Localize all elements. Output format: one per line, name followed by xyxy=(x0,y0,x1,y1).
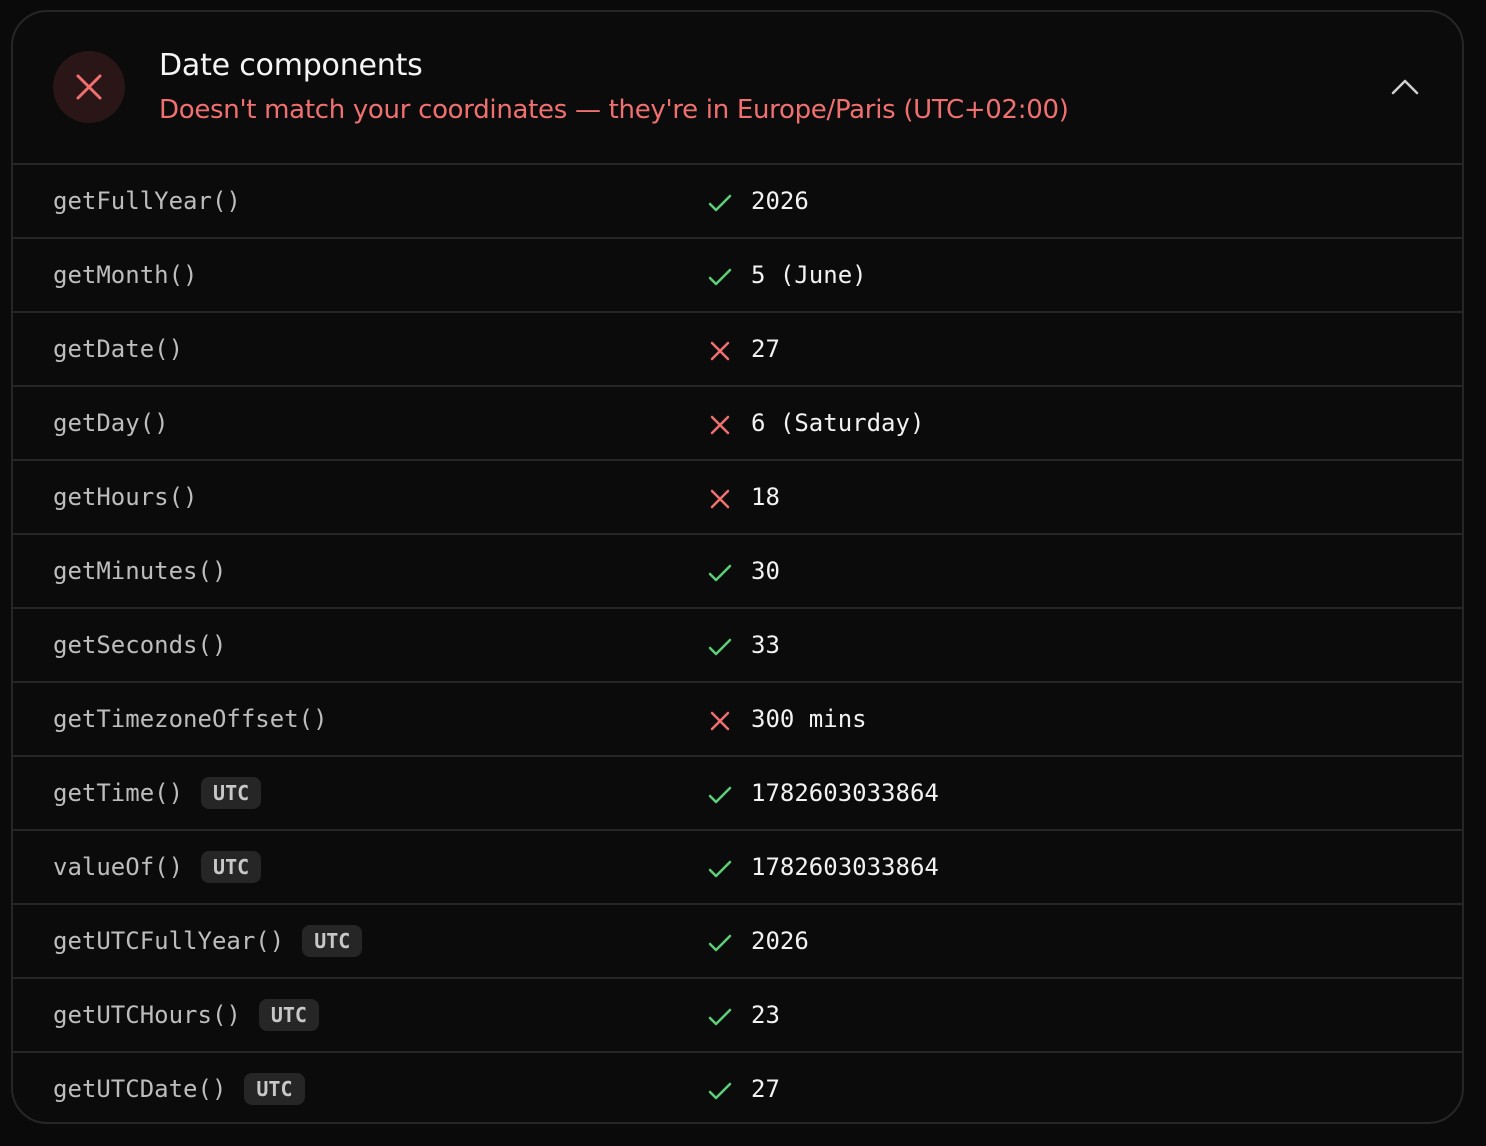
value-cell: 23 xyxy=(751,1001,780,1029)
value-cell: 6 (Saturday) xyxy=(751,409,925,437)
table-row: getTimezoneOffset() 300 mins xyxy=(13,683,1462,757)
method-cell: getTimezoneOffset() xyxy=(53,683,328,755)
method-cell: getMinutes() xyxy=(53,535,226,607)
cross-icon xyxy=(710,489,730,509)
cross-icon xyxy=(710,415,730,435)
utc-badge: UTC xyxy=(201,777,262,809)
chevron-up-icon xyxy=(1391,79,1419,95)
method-name: getDay() xyxy=(53,409,169,437)
table-row: getUTCHours() UTC 23 xyxy=(13,979,1462,1053)
checkmark-icon xyxy=(708,1082,732,1100)
method-cell: getHours() xyxy=(53,461,198,533)
date-components-card: Date components Doesn't match your coord… xyxy=(11,10,1464,1124)
method-cell: getUTCFullYear() UTC xyxy=(53,905,363,977)
utc-badge: UTC xyxy=(201,851,262,883)
checkmark-icon xyxy=(708,860,732,878)
method-name: getMinutes() xyxy=(53,557,227,585)
method-cell: getFullYear() xyxy=(53,165,241,237)
checkmark-icon xyxy=(708,194,732,212)
utc-badge: UTC xyxy=(302,925,363,957)
table-row: getTime() UTC 1782603033864 xyxy=(13,757,1462,831)
close-icon xyxy=(76,74,102,100)
table-row: getMinutes() 30 xyxy=(13,535,1462,609)
checkmark-icon xyxy=(708,934,732,952)
value-cell: 18 xyxy=(751,483,780,511)
status-indicator xyxy=(53,51,125,123)
method-name: valueOf() xyxy=(53,853,184,881)
table-row: getMonth() 5 (June) xyxy=(13,239,1462,313)
value-cell: 30 xyxy=(751,557,780,585)
method-cell: getUTCDate() UTC xyxy=(53,1053,305,1122)
cross-icon xyxy=(710,711,730,731)
method-name: getFullYear() xyxy=(53,187,241,215)
table-row: getHours() 18 xyxy=(13,461,1462,535)
method-cell: getMonth() xyxy=(53,239,198,311)
value-cell: 2026 xyxy=(751,187,809,215)
method-cell: getSeconds() xyxy=(53,609,226,681)
method-cell: valueOf() UTC xyxy=(53,831,262,903)
value-cell: 2026 xyxy=(751,927,809,955)
method-name: getSeconds() xyxy=(53,631,227,659)
method-name: getUTCFullYear() xyxy=(53,927,285,955)
table-row: valueOf() UTC 1782603033864 xyxy=(13,831,1462,905)
value-cell: 27 xyxy=(751,1075,780,1103)
method-name: getDate() xyxy=(53,335,184,363)
method-cell: getUTCHours() UTC xyxy=(53,979,319,1051)
method-name: getUTCDate() xyxy=(53,1075,227,1103)
value-cell: 27 xyxy=(751,335,780,363)
method-name: getMonth() xyxy=(53,261,198,289)
cross-icon xyxy=(710,341,730,361)
collapse-button[interactable] xyxy=(1388,74,1422,100)
method-cell: getDay() xyxy=(53,387,169,459)
card-header[interactable]: Date components Doesn't match your coord… xyxy=(13,12,1462,165)
card-subtitle: Doesn't match your coordinates — they're… xyxy=(159,95,1069,125)
card-title: Date components xyxy=(159,48,423,83)
value-cell: 1782603033864 xyxy=(751,853,939,881)
checkmark-icon xyxy=(708,638,732,656)
table-row: getDay() 6 (Saturday) xyxy=(13,387,1462,461)
table-row: getDate() 27 xyxy=(13,313,1462,387)
table-row: getUTCFullYear() UTC 2026 xyxy=(13,905,1462,979)
checkmark-icon xyxy=(708,786,732,804)
component-rows: getFullYear() 2026 getMonth() 5 (June) g… xyxy=(13,165,1462,1122)
value-cell: 300 mins xyxy=(751,705,867,733)
value-cell: 5 (June) xyxy=(751,261,867,289)
method-name: getTime() xyxy=(53,779,184,807)
checkmark-icon xyxy=(708,1008,732,1026)
utc-badge: UTC xyxy=(258,999,319,1031)
table-row: getSeconds() 33 xyxy=(13,609,1462,683)
value-cell: 33 xyxy=(751,631,780,659)
method-cell: getDate() xyxy=(53,313,183,385)
value-cell: 1782603033864 xyxy=(751,779,939,807)
method-name: getHours() xyxy=(53,483,198,511)
table-row: getFullYear() 2026 xyxy=(13,165,1462,239)
method-name: getTimezoneOffset() xyxy=(53,705,328,733)
utc-badge: UTC xyxy=(244,1073,305,1105)
method-cell: getTime() UTC xyxy=(53,757,262,829)
table-row: getUTCDate() UTC 27 xyxy=(13,1053,1462,1122)
checkmark-icon xyxy=(708,564,732,582)
checkmark-icon xyxy=(708,268,732,286)
method-name: getUTCHours() xyxy=(53,1001,241,1029)
